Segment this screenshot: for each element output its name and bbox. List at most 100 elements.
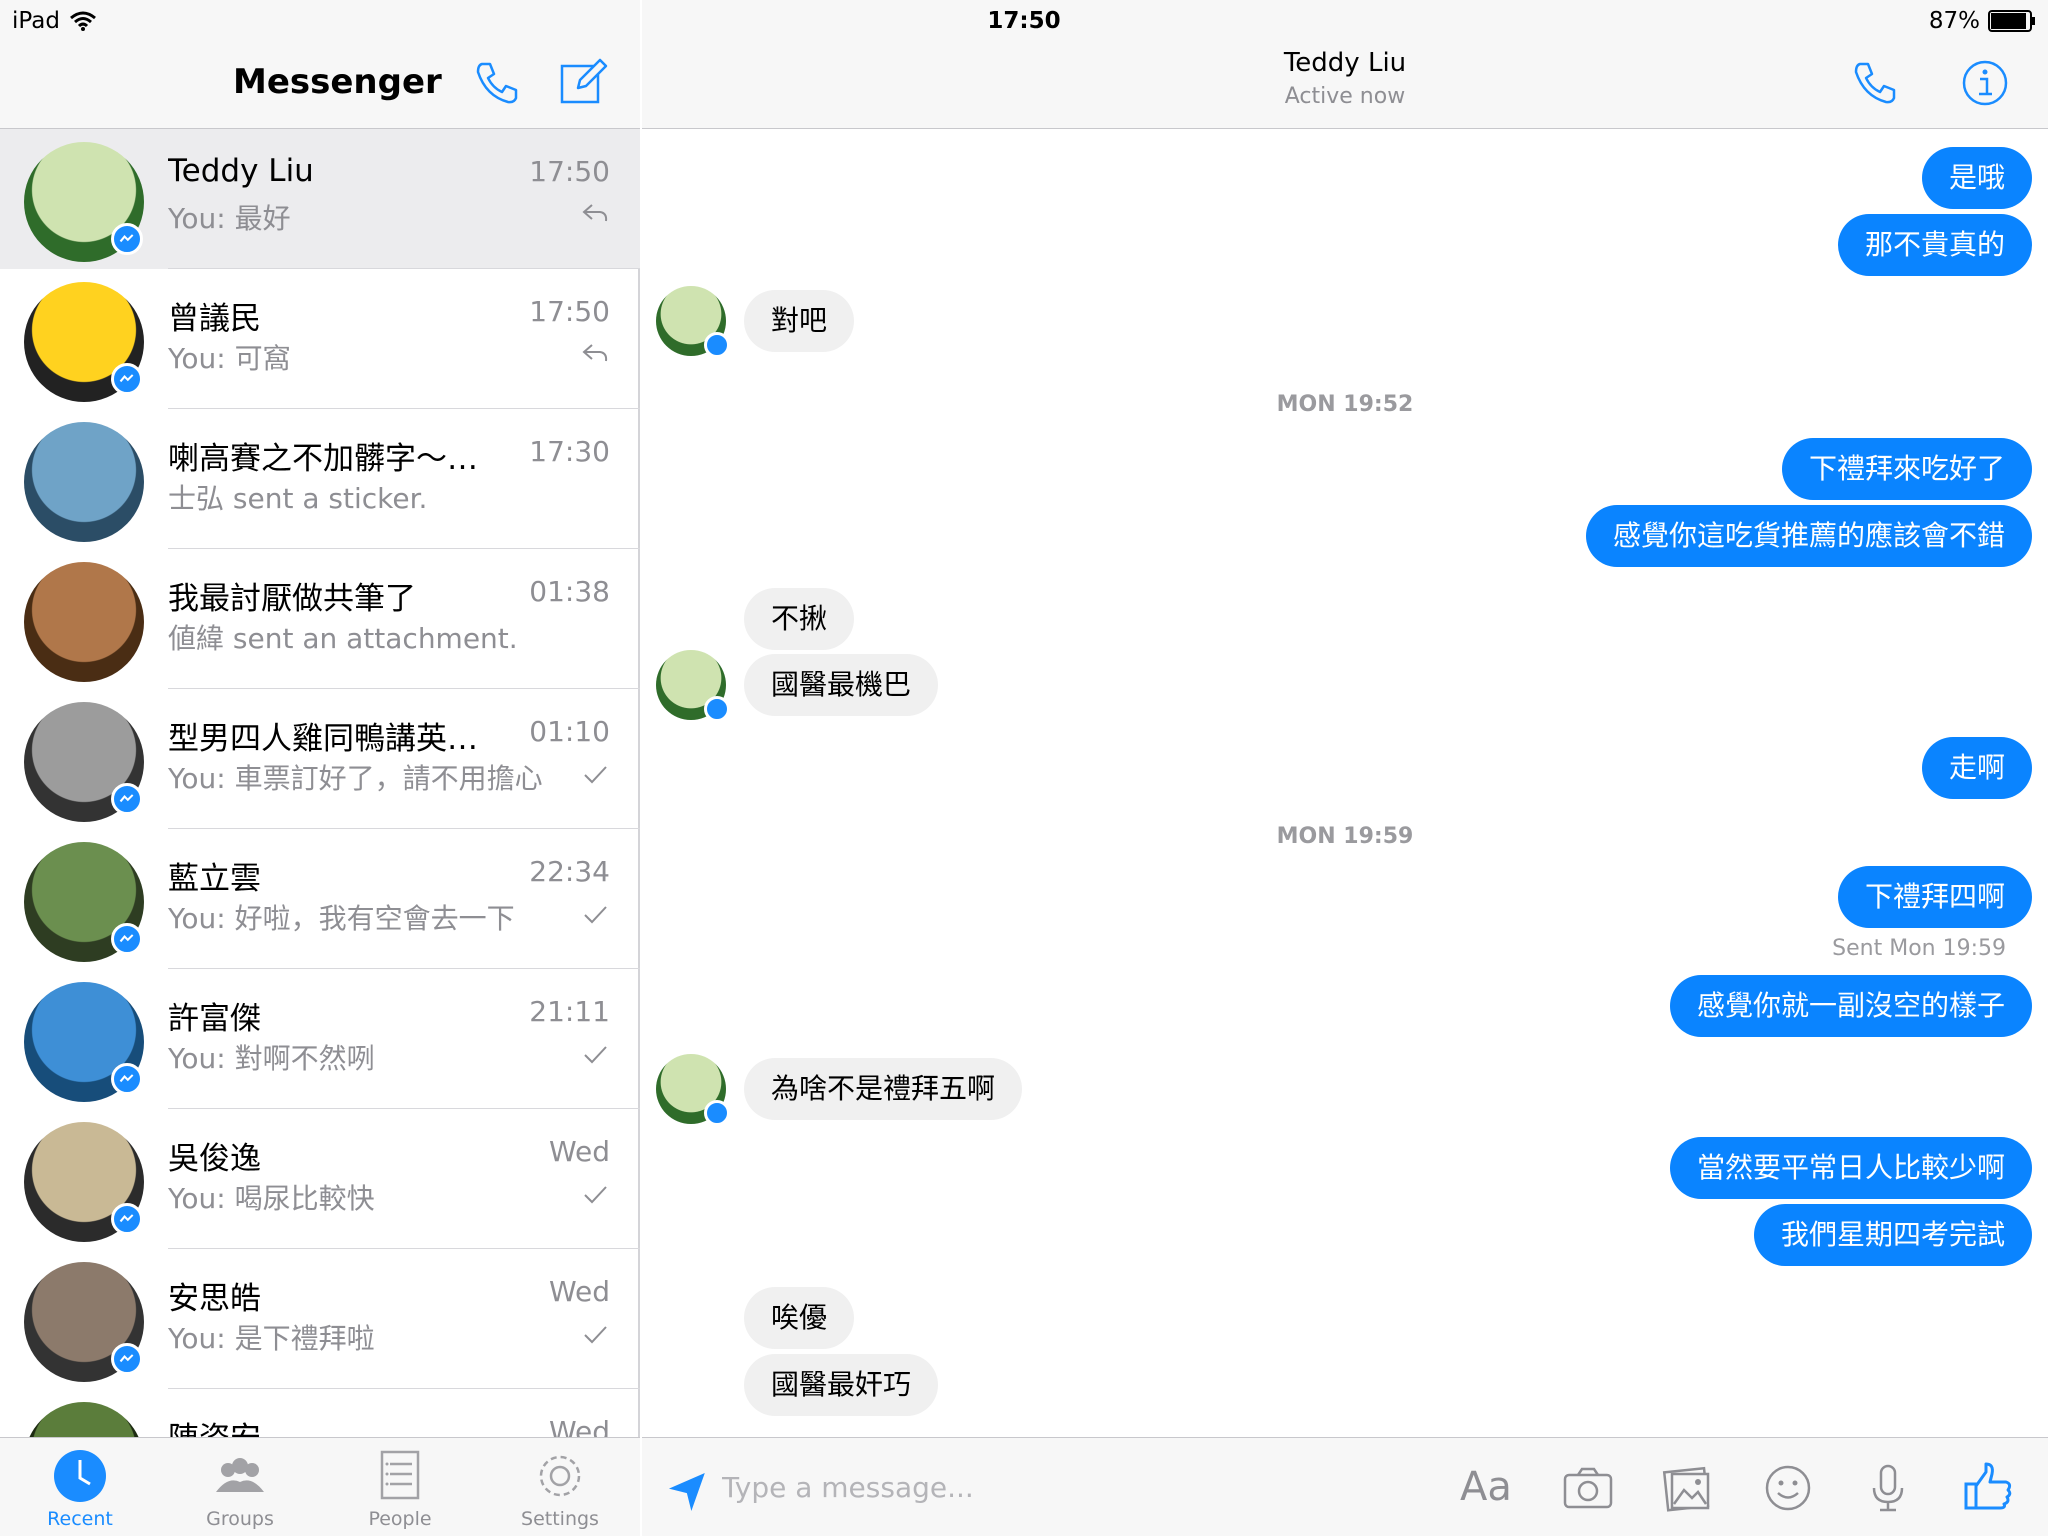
outgoing-message[interactable]: 下禮拜來吃好了 [1781, 438, 2032, 500]
conversation-name: 安思皓 [168, 1281, 261, 1317]
conversation-preview: You: 可窩 [168, 342, 291, 375]
reply-icon [582, 204, 608, 222]
incoming-message[interactable]: 唉優 [744, 1287, 855, 1349]
conversation-name: 曾議民 [168, 301, 261, 337]
conversation-time: 01:10 [529, 715, 610, 748]
messenger-badge-icon [111, 783, 143, 815]
incoming-message[interactable]: 為啥不是禮拜五啊 [744, 1058, 1023, 1120]
incoming-message[interactable]: 對吧 [744, 290, 855, 352]
incoming-message[interactable]: 國醫最機巴 [744, 654, 939, 716]
outgoing-message[interactable]: 感覺你這吃貨推薦的應該會不錯 [1585, 505, 2032, 567]
app-title: Messenger [233, 62, 442, 102]
tab-label: Groups [206, 1508, 274, 1530]
conversation-row[interactable]: 喇高賽之不加髒字～… 17:30 士弘 sent a sticker. [0, 409, 640, 549]
timestamp-divider: MON 19:52 [1276, 392, 1414, 417]
call-icon[interactable] [474, 60, 520, 106]
outgoing-message[interactable]: 我們星期四考完試 [1753, 1204, 2032, 1266]
conversation-name: 我最討厭做共筆了 [168, 581, 416, 617]
conversation-time: 22:34 [529, 855, 610, 888]
conversation-row[interactable]: 曾議民 17:50 You: 可窩 [0, 269, 640, 409]
sent-receipt: Sent Mon 19:59 [1832, 936, 2006, 961]
conversation-preview: 士弘 sent a sticker. [168, 482, 428, 515]
conversation-name: 吳俊逸 [168, 1141, 261, 1177]
outgoing-message[interactable]: 下禮拜四啊 [1837, 866, 2032, 928]
conversation-preview: You: 喝尿比較快 [168, 1182, 375, 1215]
outgoing-message[interactable]: 當然要平常日人比較少啊 [1669, 1137, 2032, 1199]
conversation-time: Wed [548, 1415, 610, 1437]
gear-icon [539, 1455, 581, 1497]
avatar [24, 1402, 144, 1437]
reply-icon [582, 344, 608, 362]
incoming-message[interactable]: 不揪 [744, 588, 855, 650]
location-arrow-icon[interactable] [660, 1464, 716, 1520]
conversation-name: 陳姿安 [168, 1413, 498, 1437]
tab-recent[interactable]: Recent [0, 1438, 160, 1536]
battery-percent: 87% [1928, 8, 1980, 34]
messenger-badge-icon [704, 332, 730, 358]
conversation-preview: You: 最好 [168, 202, 291, 235]
message-input[interactable] [722, 1464, 1222, 1510]
tab-settings[interactable]: Settings [480, 1438, 640, 1536]
microphone-icon[interactable] [1860, 1460, 1916, 1516]
conversation-time: 01:38 [529, 575, 610, 608]
timestamp-divider: MON 19:59 [1276, 824, 1414, 849]
tab-label: People [368, 1508, 432, 1530]
sent-check-icon [584, 766, 607, 784]
conversation-name: 型男四人雞同鴨講英… [168, 721, 478, 757]
conversation-time: 17:30 [529, 435, 610, 468]
clock: 17:50 [987, 8, 1061, 34]
info-icon[interactable] [1960, 58, 2010, 108]
composer-bar: Aa [642, 1437, 2048, 1536]
chat-contact-name: Teddy Liu [1283, 48, 1407, 78]
conversation-name: Teddy Liu [168, 153, 314, 189]
incoming-message[interactable]: 國醫最奸巧 [744, 1354, 939, 1416]
conversation-time: 17:50 [529, 295, 610, 328]
outgoing-message[interactable]: 走啊 [1921, 737, 2032, 799]
conversation-preview: You: 好啦，我有空會去一下 [168, 902, 515, 935]
tab-label: Settings [521, 1508, 599, 1530]
tab-people[interactable]: People [320, 1438, 480, 1536]
conversation-row[interactable]: 藍立雲 22:34 You: 好啦，我有空會去一下 [0, 829, 640, 969]
outgoing-message[interactable]: 感覺你就一副沒空的樣子 [1669, 975, 2032, 1037]
tab-label: Recent [47, 1508, 113, 1530]
tab-bar: Recent Groups People Settings [0, 1437, 640, 1536]
conversation-name: 藍立雲 [168, 861, 261, 897]
conversation-preview: You: 是下禮拜啦 [168, 1322, 375, 1355]
outgoing-message[interactable]: 是哦 [1921, 147, 2032, 209]
emoji-icon[interactable] [1760, 1460, 1816, 1516]
chat-call-icon[interactable] [1852, 60, 1898, 106]
thumbs-up-icon[interactable] [1960, 1460, 2016, 1516]
messenger-badge-icon [111, 363, 143, 395]
sent-check-icon [584, 1326, 607, 1344]
conversation-list: Teddy Liu 17:50 You: 最好 曾議民 17:50 You: 可窩 喇高賽之… [0, 129, 640, 1437]
conversation-row[interactable]: 許富傑 21:11 You: 對啊不然咧 [0, 969, 640, 1109]
text-format-button[interactable]: Aa [1460, 1464, 1520, 1520]
messenger-badge-icon [111, 1343, 143, 1375]
conversation-row[interactable]: 我最討厭做共筆了 01:38 値緯 sent an attachment. [0, 549, 640, 689]
outgoing-message[interactable]: 那不貴真的 [1837, 214, 2032, 276]
people-list-icon [380, 1450, 420, 1500]
conversation-row[interactable]: 吳俊逸 Wed You: 喝尿比較快 [0, 1109, 640, 1249]
sent-check-icon [584, 1186, 607, 1204]
clock-icon [54, 1450, 106, 1502]
conversation-row[interactable]: 陳姿安 Wed [0, 1389, 640, 1437]
status-bar: iPad 17:50 87% [0, 0, 2048, 40]
photo-icon[interactable] [1660, 1460, 1716, 1516]
groups-icon [216, 1458, 264, 1492]
conversation-preview: You: 對啊不然咧 [168, 1042, 375, 1075]
conversation-time: Wed [548, 1275, 610, 1308]
avatar [24, 422, 144, 542]
messenger-badge-icon [704, 696, 730, 722]
conversation-row[interactable]: 安思皓 Wed You: 是下禮拜啦 [0, 1249, 640, 1389]
chat-contact-status: Active now [1284, 84, 1406, 109]
messenger-badge-icon [111, 923, 143, 955]
camera-icon[interactable] [1560, 1460, 1616, 1516]
messenger-badge-icon [704, 1100, 730, 1126]
compose-icon[interactable] [558, 56, 608, 106]
conversation-preview: You: 車票訂好了，請不用擔心 [168, 762, 543, 795]
tab-groups[interactable]: Groups [160, 1438, 320, 1536]
conversation-time: 17:50 [529, 155, 610, 188]
text-format-label: Aa [1460, 1464, 1512, 1510]
conversation-row[interactable]: Teddy Liu 17:50 You: 最好 [0, 129, 640, 269]
conversation-row[interactable]: 型男四人雞同鴨講英… 01:10 You: 車票訂好了，請不用擔心 [0, 689, 640, 829]
